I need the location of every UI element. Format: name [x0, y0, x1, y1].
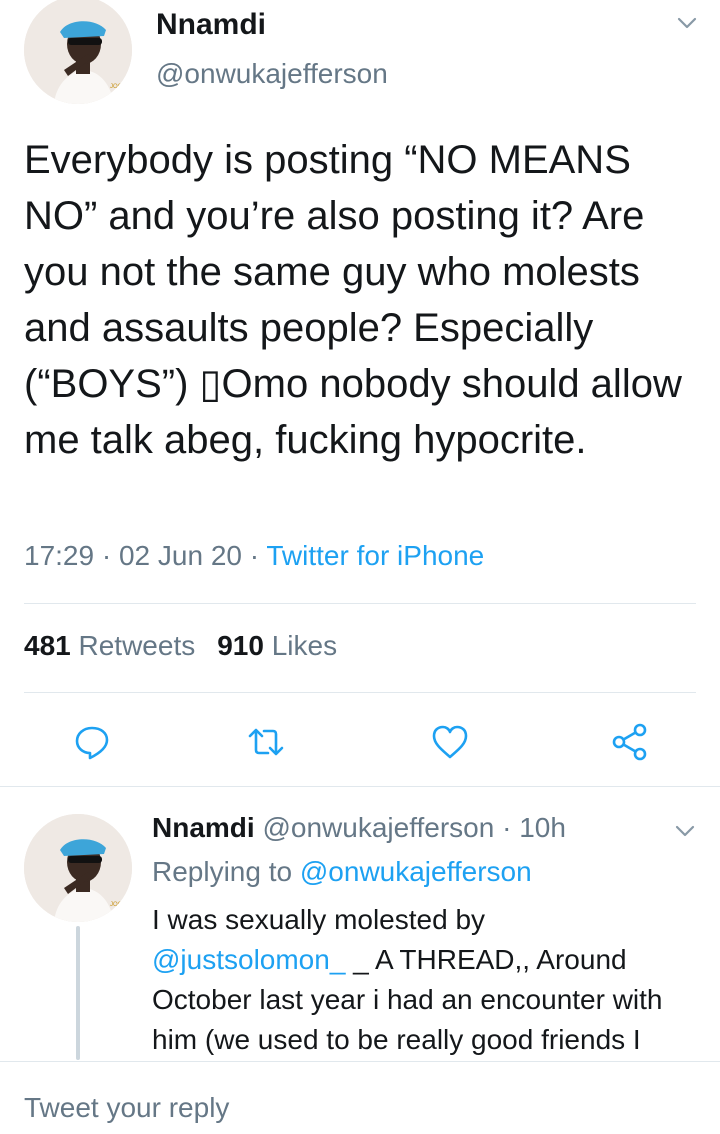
- reply-input[interactable]: Tweet your reply: [24, 1092, 229, 1124]
- likes-stat[interactable]: 910 Likes: [217, 630, 337, 661]
- reply-text: I was sexually molested by @justsolomon_ …: [152, 900, 712, 1060]
- avatar-image: JOGAT: [24, 814, 132, 922]
- like-count: 910: [217, 630, 264, 661]
- avatar-image: JOGAT: [24, 0, 132, 104]
- tweet-text: Everybody is posting “NO MEANS NO” and y…: [24, 138, 693, 462]
- divider: [0, 786, 720, 787]
- retweet-label: Retweets: [78, 630, 196, 661]
- thread-line: [76, 926, 80, 1060]
- chevron-down-icon[interactable]: [674, 820, 696, 842]
- reply-text-line1: I was sexually molested by: [152, 904, 486, 935]
- tweet-source-link[interactable]: Twitter for iPhone: [266, 540, 484, 571]
- meta-separator: ·: [502, 812, 512, 843]
- avatar[interactable]: JOGAT: [24, 814, 132, 922]
- meta-separator: ·: [101, 540, 112, 571]
- avatar[interactable]: JOGAT: [24, 0, 132, 104]
- like-label: Likes: [271, 630, 338, 661]
- heart-icon[interactable]: [430, 722, 470, 762]
- svg-text:JOGAT: JOGAT: [110, 902, 130, 908]
- divider: [24, 692, 696, 693]
- replying-label: Replying to: [152, 856, 293, 887]
- reply-author-name[interactable]: Nnamdi: [152, 812, 255, 843]
- reply-icon[interactable]: [72, 722, 112, 762]
- chevron-down-icon[interactable]: [676, 12, 698, 34]
- reply-age: 10h: [519, 812, 566, 843]
- tweet-time: 17:29: [24, 540, 95, 571]
- retweet-icon[interactable]: [246, 722, 286, 762]
- tweet-meta: 17:29 · 02 Jun 20 · Twitter for iPhone: [24, 540, 484, 572]
- author-name[interactable]: Nnamdi: [156, 8, 266, 42]
- tweet-stats: 481 Retweets 910 Likes: [24, 630, 337, 662]
- retweets-stat[interactable]: 481 Retweets: [24, 630, 195, 661]
- share-icon[interactable]: [610, 722, 650, 762]
- retweet-count: 481: [24, 630, 71, 661]
- author-handle[interactable]: @onwukajefferson: [156, 58, 388, 90]
- svg-text:JOGAT: JOGAT: [110, 84, 130, 90]
- replying-to-link[interactable]: @onwukajefferson: [300, 856, 532, 887]
- reply-header: Nnamdi @onwukajefferson · 10h: [152, 812, 566, 844]
- divider: [0, 1061, 720, 1062]
- replying-to: Replying to @onwukajefferson: [152, 856, 532, 888]
- meta-separator: ·: [249, 540, 260, 571]
- mention-link[interactable]: @justsolomon_: [152, 944, 345, 975]
- tweet-date: 02 Jun 20: [118, 540, 242, 571]
- divider: [24, 603, 696, 604]
- reply-author-handle[interactable]: @onwukajefferson: [262, 812, 494, 843]
